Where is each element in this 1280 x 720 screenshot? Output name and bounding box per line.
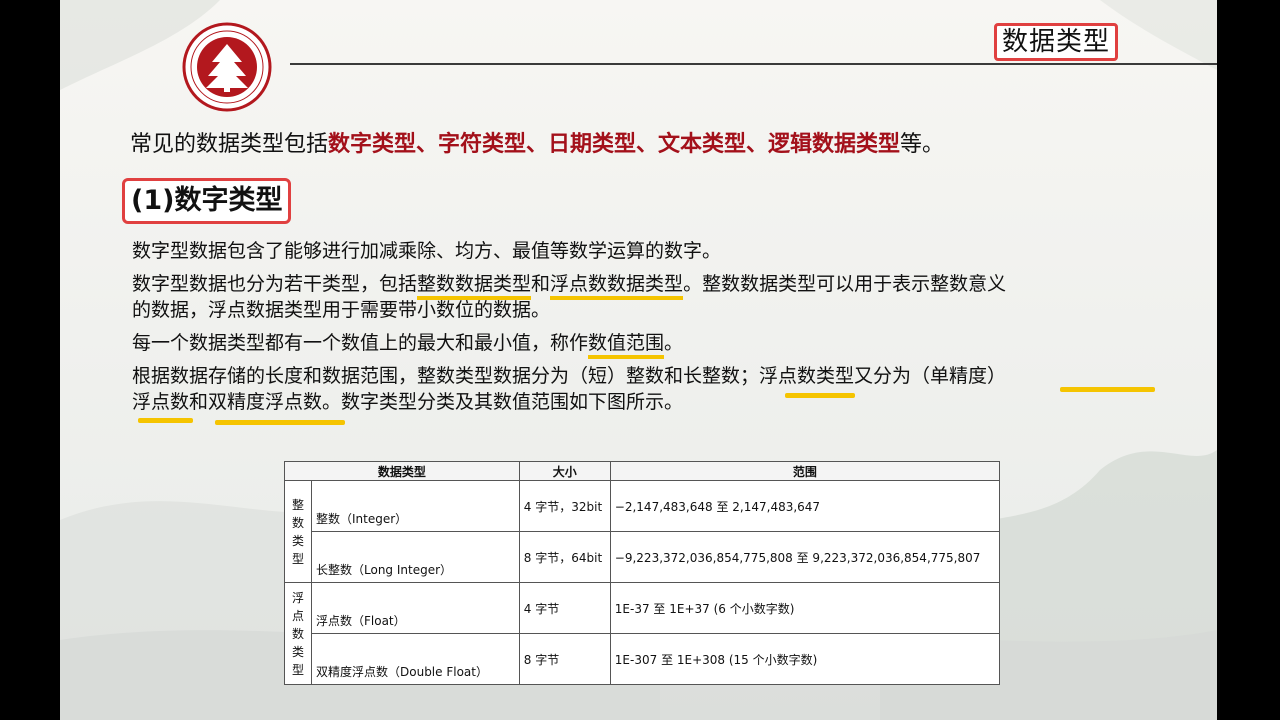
table-row: 浮点数类型 浮点数（Float） 4 字节 1E-37 至 1E+37 (6 个… (284, 582, 1001, 685)
type-name: 浮点数（Float） (311, 582, 520, 634)
paragraph-4-line-2: 浮点数和双精度浮点数。数字类型分类及其数值范围如下图所示。 (132, 391, 684, 413)
paragraph-2-line-2: 的数据，浮点数据类型用于需要带小数位的数据。 (132, 299, 551, 321)
table-row: 长整数（Long Integer） 8 字节，64bit −9,223,372,… (285, 531, 1001, 583)
p3-text-c: 。 (664, 332, 684, 354)
group-label-integer: 整数类型 (284, 480, 312, 583)
p2-text-a: 数字型数据也分为若干类型，包括 (132, 273, 418, 295)
type-range: −2,147,483,648 至 2,147,483,647 (609, 480, 1001, 532)
group-label-float: 浮点数类型 (284, 582, 312, 685)
paragraph-3: 每一个数据类型都有一个数值上的最大和最小值，称作数值范围。 (132, 330, 684, 359)
paragraph-2-line-1: 数字型数据也分为若干类型，包括整数数据类型和浮点数数据类型。整数数据类型可以用于… (132, 271, 1007, 300)
table-row: 双精度浮点数（Double Float） 8 字节 1E-307 至 1E+30… (285, 633, 1001, 685)
p2-text-c: 和 (531, 273, 551, 295)
type-name: 整数（Integer） (311, 480, 520, 532)
paragraph-1: 数字型数据包含了能够进行加减乘除、均方、最值等数学运算的数字。 (132, 240, 722, 262)
annotation-mark (785, 393, 855, 398)
section-title: (1)数字类型 (122, 178, 292, 224)
type-name: 双精度浮点数（Double Float） (311, 633, 520, 685)
type-size: 4 字节，32bit (518, 480, 611, 532)
p3-text-a: 每一个数据类型都有一个数值上的最大和最小值，称作 (132, 332, 589, 354)
header-rule (290, 63, 1217, 65)
paragraph-4-line-1: 根据数据存储的长度和数据范围，整数类型数据分为（短）整数和长整数；浮点数类型又分… (132, 365, 1007, 387)
header-range: 范围 (609, 461, 1001, 481)
type-name: 长整数（Long Integer） (311, 531, 520, 583)
type-size: 4 字节 (518, 582, 611, 634)
slide-title: 数据类型 (994, 23, 1119, 61)
table-row: 整数类型 整数（Integer） 4 字节，32bit −2,147,483,6… (284, 480, 1001, 583)
university-logo (182, 22, 272, 112)
header-data-type: 数据类型 (284, 461, 520, 481)
annotation-mark (138, 418, 193, 423)
type-size: 8 字节 (518, 633, 611, 685)
p2-integer-type: 整数数据类型 (417, 273, 532, 300)
p3-value-range: 数值范围 (588, 332, 665, 359)
type-range: 1E-37 至 1E+37 (6 个小数字数) (609, 582, 1001, 634)
intro-prefix: 常见的数据类型包括 (130, 132, 329, 157)
annotation-mark (1060, 387, 1155, 392)
header-size: 大小 (518, 461, 611, 481)
intro-highlight: 数字类型、字符类型、日期类型、文本类型、逻辑数据类型 (328, 132, 901, 157)
p2-text-e: 。整数数据类型可以用于表示整数意义 (683, 273, 1007, 295)
intro-line: 常见的数据类型包括数字类型、字符类型、日期类型、文本类型、逻辑数据类型等。 (130, 128, 944, 162)
number-types-table: 数据类型 大小 范围 整数类型 整数（Integer） 4 字节，32bit −… (284, 461, 1001, 685)
slide: 数据类型 常见的数据类型包括数字类型、字符类型、日期类型、文本类型、逻辑数据类型… (60, 0, 1217, 720)
type-range: 1E-307 至 1E+308 (15 个小数字数) (609, 633, 1001, 685)
intro-suffix: 等。 (900, 132, 945, 157)
annotation-mark (215, 420, 345, 425)
type-size: 8 字节，64bit (518, 531, 611, 583)
p2-float-type: 浮点数数据类型 (550, 273, 684, 300)
table-header-row: 数据类型 大小 范围 (284, 461, 1001, 481)
type-range: −9,223,372,036,854,775,808 至 9,223,372,0… (609, 531, 1001, 583)
